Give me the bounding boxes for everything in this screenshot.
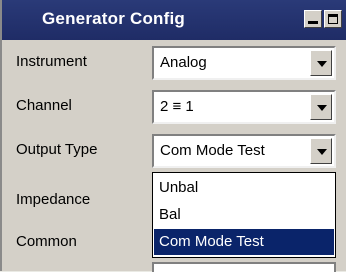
common-label: Common: [16, 233, 77, 250]
output-type-value: Com Mode Test: [160, 142, 265, 159]
channel-row: Channel 2 ≡ 1: [2, 84, 346, 128]
channel-select[interactable]: 2 ≡ 1: [152, 90, 336, 124]
impedance-label: Impedance: [16, 191, 91, 208]
instrument-row: Instrument Analog: [2, 40, 346, 84]
instrument-value: Analog: [160, 54, 207, 71]
chevron-down-icon[interactable]: [310, 94, 332, 120]
instrument-label: Instrument: [16, 53, 87, 70]
instrument-select[interactable]: Analog: [152, 46, 336, 80]
option-com-mode-test[interactable]: Com Mode Test: [154, 229, 334, 255]
channel-value: 2 ≡ 1: [160, 98, 194, 115]
output-type-select[interactable]: Com Mode Test: [152, 134, 336, 168]
maximize-icon[interactable]: [324, 10, 342, 28]
generator-config-window: Generator Config Instrument Analog Chann…: [0, 0, 346, 272]
window-title: Generator Config: [42, 9, 185, 28]
channel-label: Channel: [16, 97, 72, 114]
output-type-dropdown-list[interactable]: Unbal Bal Com Mode Test: [152, 172, 336, 258]
minimize-icon[interactable]: [304, 10, 322, 28]
option-bal[interactable]: Bal: [154, 202, 334, 228]
chevron-down-icon[interactable]: [310, 50, 332, 76]
option-unbal[interactable]: Unbal: [154, 175, 334, 201]
output-type-row: Output Type Com Mode Test: [2, 128, 346, 172]
chevron-down-icon[interactable]: [310, 138, 332, 164]
output-type-label: Output Type: [16, 141, 98, 158]
title-bar[interactable]: Generator Config: [2, 0, 346, 40]
